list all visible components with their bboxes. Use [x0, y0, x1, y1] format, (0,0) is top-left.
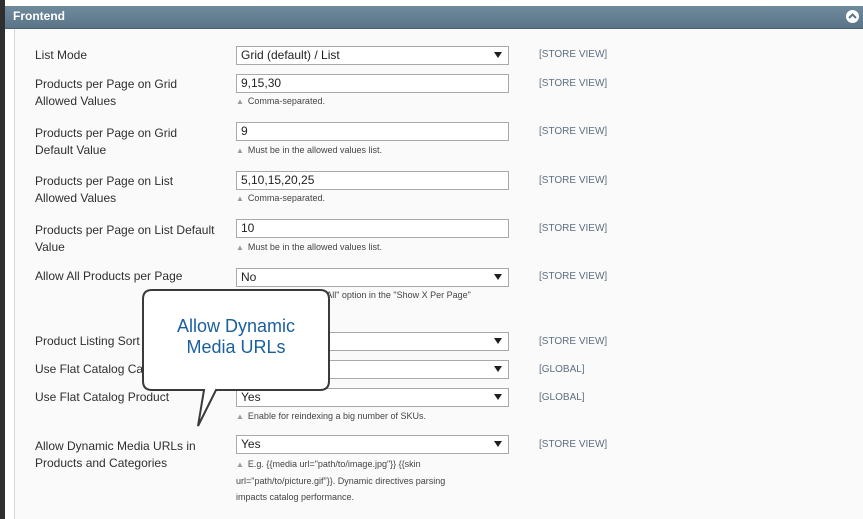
scope-label: [STORE VIEW]: [539, 271, 608, 282]
note-text: Must be in the allowed values list.: [247, 145, 382, 155]
callout-text: Allow Dynamic Media URLs: [142, 316, 330, 358]
scope-label: [STORE VIEW]: [539, 126, 608, 137]
field-note: "All" option in the "Show X Per Page": [323, 290, 471, 300]
field-note: ▲ Must be in the allowed values list.: [236, 240, 511, 255]
dynamic-media-select[interactable]: Yes: [236, 435, 509, 454]
triangle-up-icon: ▲: [236, 194, 244, 203]
chevron-down-icon: [494, 338, 502, 344]
list-mode-select[interactable]: Grid (default) / List: [236, 46, 509, 65]
note-text: E.g. {{media url="path/to/image.jpg"}} {…: [247, 459, 421, 469]
chevron-down-icon: [494, 52, 502, 58]
allow-all-select[interactable]: No: [236, 268, 509, 287]
label-line: Products per Page on Grid: [35, 77, 178, 91]
label-line: Products per Page on List Default: [35, 223, 215, 237]
grid-allowed-input[interactable]: 9,15,30: [236, 74, 509, 93]
allow-all-value: No: [241, 270, 257, 284]
scope-label: [STORE VIEW]: [539, 223, 608, 234]
chevron-down-icon: [494, 441, 502, 447]
grid-allowed-label: Products per Page on Grid Allowed Values: [35, 76, 220, 110]
left-border: [0, 0, 5, 519]
allow-all-label: Allow All Products per Page: [35, 269, 183, 283]
label-line: Products per Page on List: [35, 174, 174, 188]
dynamic-media-label: Allow Dynamic Media URLs in Products and…: [35, 438, 220, 472]
list-mode-label: List Mode: [35, 48, 88, 62]
field-note: ▲ Must be in the allowed values list.: [236, 143, 511, 158]
label-line: Allow Dynamic Media URLs in: [35, 439, 196, 453]
callout-line: Allow Dynamic: [176, 316, 296, 336]
list-default-input[interactable]: 10: [236, 219, 509, 238]
scope-label: [GLOBAL]: [539, 364, 585, 375]
field-note: ▲ Comma-separated.: [236, 191, 511, 206]
chevron-down-icon: [494, 394, 502, 400]
chevron-down-icon: [494, 274, 502, 280]
section-title: Frontend: [13, 9, 65, 23]
field-note: ▲ E.g. {{media url="path/to/image.jpg"}} …: [236, 456, 511, 505]
scope-label: [STORE VIEW]: [539, 336, 608, 347]
triangle-up-icon: ▲: [236, 146, 244, 155]
note-text: url="path/to/picture.gif"}}. Dynamic dir…: [236, 476, 446, 486]
triangle-up-icon: ▲: [236, 97, 244, 106]
note-text: Must be in the allowed values list.: [247, 242, 382, 252]
callout-line: Media URLs: [186, 337, 286, 357]
triangle-up-icon: ▲: [236, 460, 244, 469]
scope-label: [STORE VIEW]: [539, 175, 608, 186]
triangle-up-icon: ▲: [236, 243, 244, 252]
scope-label: [STORE VIEW]: [539, 49, 608, 60]
label-line: Default Value: [35, 143, 107, 157]
list-mode-value: Grid (default) / List: [241, 48, 340, 62]
list-allowed-label: Products per Page on List Allowed Values: [35, 173, 220, 207]
scope-label: [STORE VIEW]: [539, 78, 608, 89]
note-text: Comma-separated.: [247, 193, 325, 203]
grid-default-input[interactable]: 9: [236, 122, 509, 141]
field-note: ▲ Comma-separated.: [236, 94, 511, 109]
section-header[interactable]: Frontend: [5, 6, 863, 29]
scope-label: [GLOBAL]: [539, 392, 585, 403]
label-line: Products and Categories: [35, 456, 168, 470]
note-text: impacts catalog performance.: [236, 492, 355, 502]
scope-label: [STORE VIEW]: [539, 439, 608, 450]
config-page: Frontend List Mode Grid (default) / List…: [0, 0, 863, 519]
list-default-label: Products per Page on List Default Value: [35, 222, 220, 256]
label-line: Allowed Values: [35, 94, 117, 108]
collapse-icon[interactable]: [846, 10, 859, 23]
note-text: Comma-separated.: [247, 96, 325, 106]
label-line: Products per Page on Grid: [35, 126, 178, 140]
list-allowed-input[interactable]: 5,10,15,20,25: [236, 171, 509, 190]
chevron-down-icon: [494, 366, 502, 372]
label-line: Allowed Values: [35, 191, 117, 205]
callout-balloon: [142, 289, 330, 427]
grid-default-label: Products per Page on Grid Default Value: [35, 125, 220, 159]
label-line: Value: [35, 240, 65, 254]
dynamic-media-value: Yes: [241, 437, 261, 451]
